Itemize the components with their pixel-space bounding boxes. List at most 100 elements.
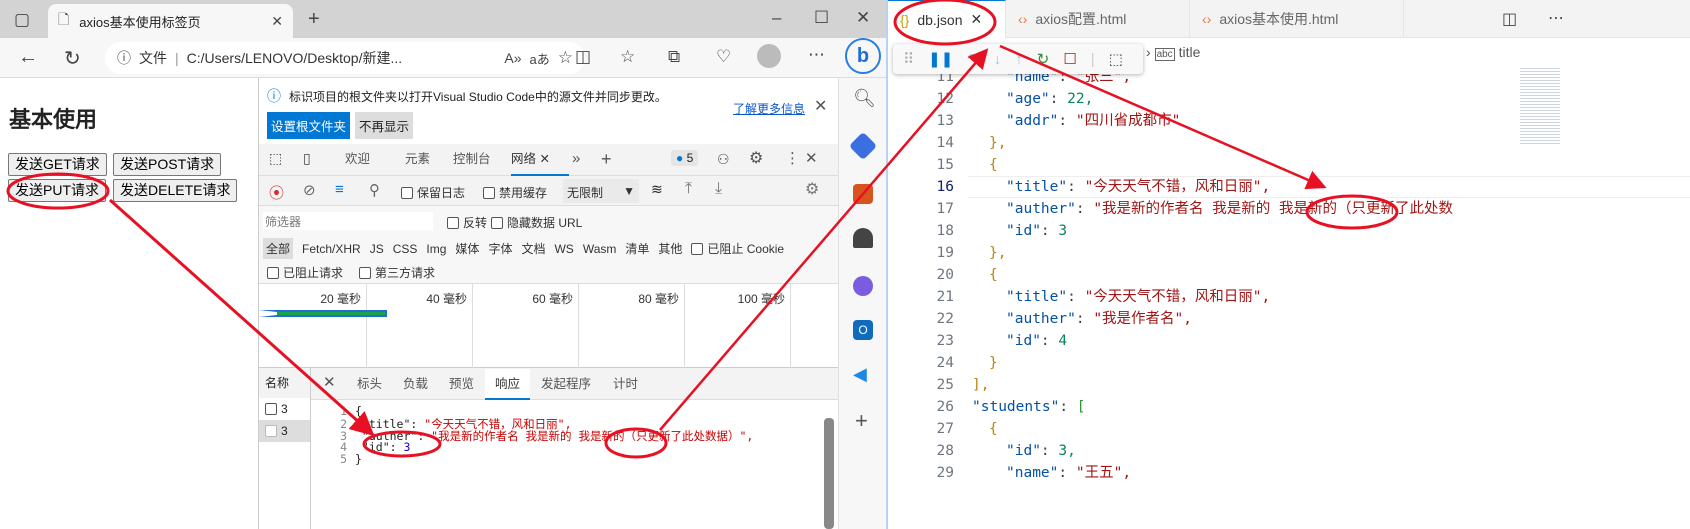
add-tab-icon[interactable]: + (601, 144, 612, 174)
step-into-icon[interactable]: ↓ (994, 51, 1002, 68)
address-bar[interactable]: ⓘ 文件 | C:/Users/LENOVO/Desktop/新建... A» … (105, 42, 585, 74)
type-font[interactable]: 字体 (488, 240, 512, 257)
network-conditions-icon[interactable]: ≋ (651, 181, 663, 198)
favorite-star-icon[interactable]: ☆ (558, 48, 573, 68)
hide-data-url-checkbox[interactable]: 隐藏数据 URL (491, 214, 582, 231)
shopping-icon[interactable] (848, 131, 878, 161)
export-icon[interactable]: ⤓ (715, 180, 722, 198)
dont-show-button[interactable]: 不再显示 (355, 112, 414, 139)
breadcrumb[interactable]: › abc title (1146, 44, 1200, 61)
type-manifest[interactable]: 清单 (625, 240, 649, 257)
close-devtools-icon[interactable]: ✕ (805, 144, 818, 174)
health-icon[interactable]: ♡ (716, 47, 731, 67)
tab-console[interactable]: 控制台 (453, 144, 491, 174)
request-row[interactable]: 3 (259, 420, 310, 442)
tab-initiator[interactable]: 发起程序 (541, 369, 591, 399)
type-img[interactable]: Img (426, 242, 446, 256)
type-media[interactable]: 媒体 (455, 240, 479, 257)
type-css[interactable]: CSS (393, 242, 418, 256)
set-root-button[interactable]: 设置根文件夹 (267, 112, 351, 139)
blocked-cookies-checkbox[interactable]: 已阻止 Cookie (691, 240, 784, 257)
tab-actions-icon[interactable]: ▢ (14, 10, 30, 30)
tab-elements[interactable]: 元素 (405, 144, 430, 174)
microsoft365-icon[interactable] (853, 276, 873, 296)
close-detail-icon[interactable]: ✕ (323, 368, 336, 398)
type-fetch[interactable]: Fetch/XHR (302, 242, 361, 256)
split-editor-icon[interactable]: ◫ (1502, 9, 1517, 29)
type-doc[interactable]: 文档 (521, 240, 545, 257)
search-icon[interactable]: ⚲ (369, 181, 380, 199)
copilot-icon[interactable]: b (845, 38, 881, 74)
settings-icon[interactable]: ⚙ (749, 144, 763, 174)
send-post-button[interactable]: 发送POST请求 (113, 153, 222, 176)
restart-icon[interactable]: ↻ (1037, 50, 1050, 68)
tools-icon[interactable] (853, 184, 873, 204)
filter-icon[interactable]: ≡ (335, 181, 344, 198)
response-body[interactable]: 1{2 "title": "今天天气不错，风和日丽", 3 "auther": "… (311, 402, 839, 529)
drop-icon[interactable]: ◀ (853, 364, 867, 385)
step-out-icon[interactable]: ↑ (1015, 51, 1023, 68)
blocked-requests-checkbox[interactable]: 已阻止请求 (267, 264, 343, 281)
inspect-icon[interactable]: ⬚ (1109, 50, 1123, 68)
step-over-icon[interactable]: ↷ (967, 50, 980, 68)
close-tab-icon[interactable]: ✕ (971, 11, 983, 28)
tab-response[interactable]: 响应 (485, 369, 531, 400)
pause-icon[interactable]: ❚❚ (928, 50, 953, 68)
outlook-icon[interactable]: O (853, 320, 873, 340)
type-js[interactable]: JS (370, 242, 384, 256)
feedback-icon[interactable]: ⚇ (717, 144, 730, 174)
more-menu-icon[interactable]: ⋯ (808, 45, 825, 65)
type-other[interactable]: 其他 (658, 240, 682, 257)
filter-input[interactable]: 筛选器 (263, 212, 433, 230)
type-all[interactable]: 全部 (263, 238, 294, 259)
tab-headers[interactable]: 标头 (357, 369, 382, 399)
preserve-log-checkbox[interactable]: 保留日志 (401, 184, 465, 201)
tab-axios-basic[interactable]: ‹› axios基本使用.html (1190, 0, 1404, 38)
learn-more-link[interactable]: 了解更多信息 (733, 100, 805, 117)
throttle-select[interactable]: 无限制 ▼ (563, 179, 639, 203)
request-row[interactable]: 3 (259, 398, 310, 420)
tab-preview[interactable]: 预览 (449, 369, 474, 399)
type-wasm[interactable]: Wasm (583, 242, 617, 256)
inspect-icon[interactable]: ⬚ (269, 150, 282, 167)
stop-icon[interactable]: ☐ (1063, 50, 1076, 68)
games-icon[interactable] (853, 228, 873, 248)
tab-timing[interactable]: 计时 (613, 369, 638, 399)
invert-checkbox[interactable]: 反转 (447, 214, 487, 231)
drag-handle-icon[interactable]: ⠿ (903, 50, 914, 68)
refresh-icon[interactable]: ↻ (64, 46, 81, 71)
split-screen-icon[interactable]: ◫ (575, 47, 591, 67)
device-icon[interactable]: ▯ (303, 150, 311, 167)
import-icon[interactable]: ⤒ (685, 180, 692, 198)
browser-tab[interactable]: 🗋 axios基本使用标签页 ✕ (48, 4, 293, 38)
profile-avatar[interactable] (757, 44, 781, 68)
close-window-icon[interactable]: ✕ (856, 8, 870, 28)
tab-network[interactable]: 网络 ✕ (511, 144, 569, 176)
send-get-button[interactable]: 发送GET请求 (8, 153, 107, 176)
maximize-icon[interactable]: ☐ (814, 8, 829, 28)
close-tab-icon[interactable]: ✕ (271, 13, 283, 30)
more-actions-icon[interactable]: ⋯ (1548, 8, 1564, 28)
back-icon[interactable]: ← (18, 46, 38, 69)
record-icon[interactable]: ⦿ (269, 182, 284, 203)
collections-icon[interactable]: ⧉ (668, 47, 680, 67)
issues-badge[interactable]: ● 5 (671, 150, 699, 166)
timeline-overview[interactable]: 20 毫秒 40 毫秒 60 毫秒 80 毫秒 100 毫秒 (259, 284, 839, 368)
send-delete-button[interactable]: 发送DELETE请求 (113, 179, 238, 202)
minimap[interactable] (1520, 66, 1560, 146)
tab-db-json[interactable]: {} db.json ✕ (888, 0, 1006, 38)
read-aloud-icon[interactable]: A» (504, 50, 521, 66)
clear-icon[interactable]: ⊘ (303, 181, 316, 199)
response-scrollbar[interactable] (824, 404, 834, 529)
more-options-icon[interactable]: ⋮ (785, 144, 800, 174)
close-tab-icon[interactable]: ✕ (540, 152, 550, 166)
new-tab-icon[interactable]: + (308, 8, 320, 31)
favorites-icon[interactable]: ☆ (620, 47, 635, 67)
translate-icon[interactable]: aあ (530, 49, 550, 68)
close-banner-icon[interactable]: ✕ (814, 96, 827, 116)
disable-cache-checkbox[interactable]: 禁用缓存 (483, 184, 547, 201)
tab-payload[interactable]: 负载 (403, 369, 428, 399)
tab-welcome[interactable]: 欢迎 (345, 144, 370, 174)
code-editor[interactable]: 11 "name": "张三", 12 "age": 22, 13 "addr": "四川… (888, 66, 1690, 529)
more-tabs-icon[interactable]: » (572, 144, 580, 174)
